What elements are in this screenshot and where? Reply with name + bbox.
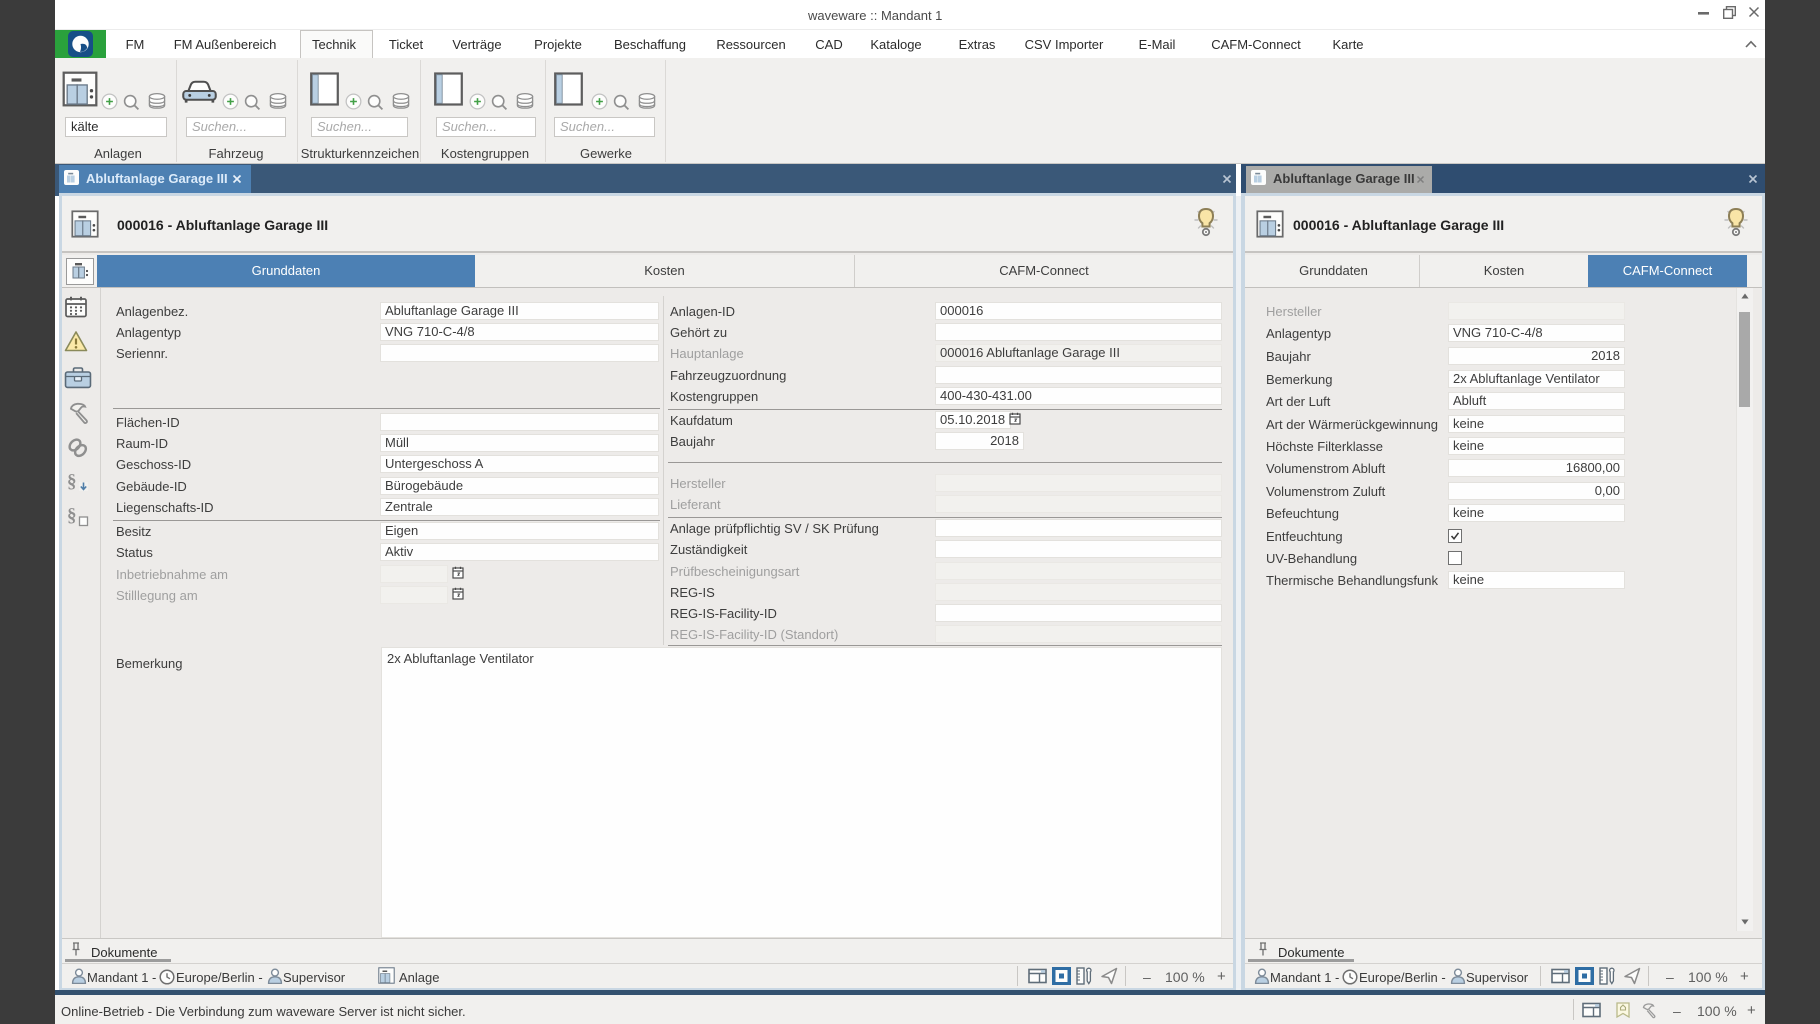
svg-text:§: § <box>67 505 77 526</box>
svg-text:§: § <box>67 471 77 492</box>
